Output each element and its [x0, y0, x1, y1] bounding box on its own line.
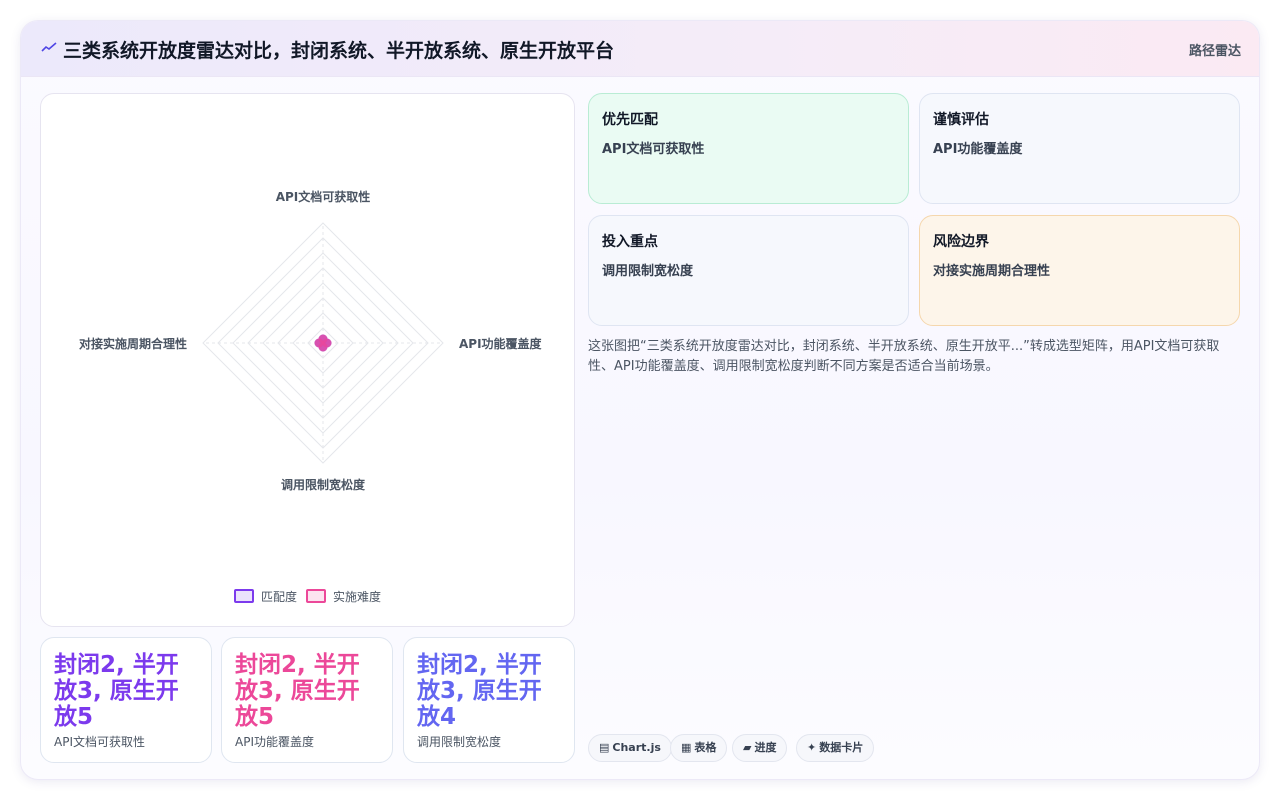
stat-label: 调用限制宽松度 — [417, 735, 502, 749]
tile-priority-match: 优先匹配 API文档可获取性 — [588, 93, 909, 204]
card-icon: ✦ — [807, 741, 817, 754]
stat-label: API功能覆盖度 — [235, 735, 314, 749]
chip-label: 数据卡片 — [819, 741, 864, 754]
tile-text: 调用限制宽松度 — [602, 264, 694, 279]
chip-progress[interactable]: ▰ 进度 — [732, 734, 788, 762]
tile-title: 投入重点 — [602, 234, 658, 250]
chip-data-card[interactable]: ✦ 数据卡片 — [796, 734, 875, 762]
stat-card-rate-limit: 封闭2, 半开放3, 原生开放4 调用限制宽松度 — [403, 637, 575, 763]
radar-axis-label: 对接实施周期合理性 — [79, 336, 187, 351]
page-title: 三类系统开放度雷达对比，封闭系统、半开放系统、原生开放平台 — [63, 40, 615, 62]
chip-chartjs[interactable]: ▤ Chart.js — [588, 734, 672, 762]
progress-icon: ▰ — [743, 741, 752, 754]
header-badge[interactable]: 路径雷达 — [1189, 40, 1241, 59]
legend-label: 实施难度 — [333, 589, 381, 604]
tile-text: API文档可获取性 — [602, 142, 705, 157]
chip-label: 表格 — [694, 741, 717, 754]
summary-text: 这张图把“三类系统开放度雷达对比，封闭系统、半开放系统、原生开放平...”转成选… — [588, 339, 1220, 374]
trend-icon — [41, 42, 57, 52]
tile-text: 对接实施周期合理性 — [933, 264, 1051, 279]
table-icon: ▦ — [681, 741, 692, 754]
radar-axis-label: API文档可获取性 — [276, 189, 371, 204]
stat-value: 封闭2, 半开放3, 原生开放5 — [235, 652, 360, 730]
chip-label: 进度 — [754, 741, 777, 754]
tile-title: 风险边界 — [933, 234, 989, 250]
radar-data-point — [314, 338, 324, 348]
dashboard-card: 三类系统开放度雷达对比，封闭系统、半开放系统、原生开放平台 路径雷达 API文档… — [20, 20, 1260, 780]
chip-label: Chart.js — [612, 741, 661, 754]
radar-chart-panel: API文档可获取性 API功能覆盖度调用限制宽松度 对接实施周期合理性匹配度 实施难度 — [40, 93, 575, 627]
tile-careful-review: 谨慎评估 API功能覆盖度 — [919, 93, 1240, 204]
legend-label: 匹配度 — [261, 589, 297, 604]
stat-value: 封闭2, 半开放3, 原生开放4 — [417, 652, 542, 730]
stat-card-api-coverage: 封闭2, 半开放3, 原生开放5 API功能覆盖度 — [221, 637, 393, 763]
radar-axis-label: 调用限制宽松度 — [281, 477, 366, 492]
chip-table[interactable]: ▦ 表格 — [670, 734, 728, 762]
tile-title: 谨慎评估 — [933, 112, 989, 128]
radar-chart: API文档可获取性 API功能覆盖度调用限制宽松度 对接实施周期合理性匹配度 实施难度 — [79, 189, 543, 604]
stat-value: 封闭2, 半开放3, 原生开放5 — [54, 652, 179, 730]
tile-risk-boundary: 风险边界 对接实施周期合理性 — [919, 215, 1240, 326]
chart-icon: ▤ — [599, 741, 610, 754]
tile-title: 优先匹配 — [602, 112, 658, 128]
legend-swatch — [306, 589, 326, 603]
legend-swatch — [234, 589, 254, 603]
radar-axis-label: API功能覆盖度 — [459, 336, 543, 351]
header: 三类系统开放度雷达对比，封闭系统、半开放系统、原生开放平台 路径雷达 — [21, 21, 1259, 77]
tile-investment-focus: 投入重点 调用限制宽松度 — [588, 215, 909, 326]
stat-label: API文档可获取性 — [54, 735, 145, 749]
tile-text: API功能覆盖度 — [933, 142, 1023, 157]
stat-card-api-docs: 封闭2, 半开放3, 原生开放5 API文档可获取性 — [40, 637, 212, 763]
